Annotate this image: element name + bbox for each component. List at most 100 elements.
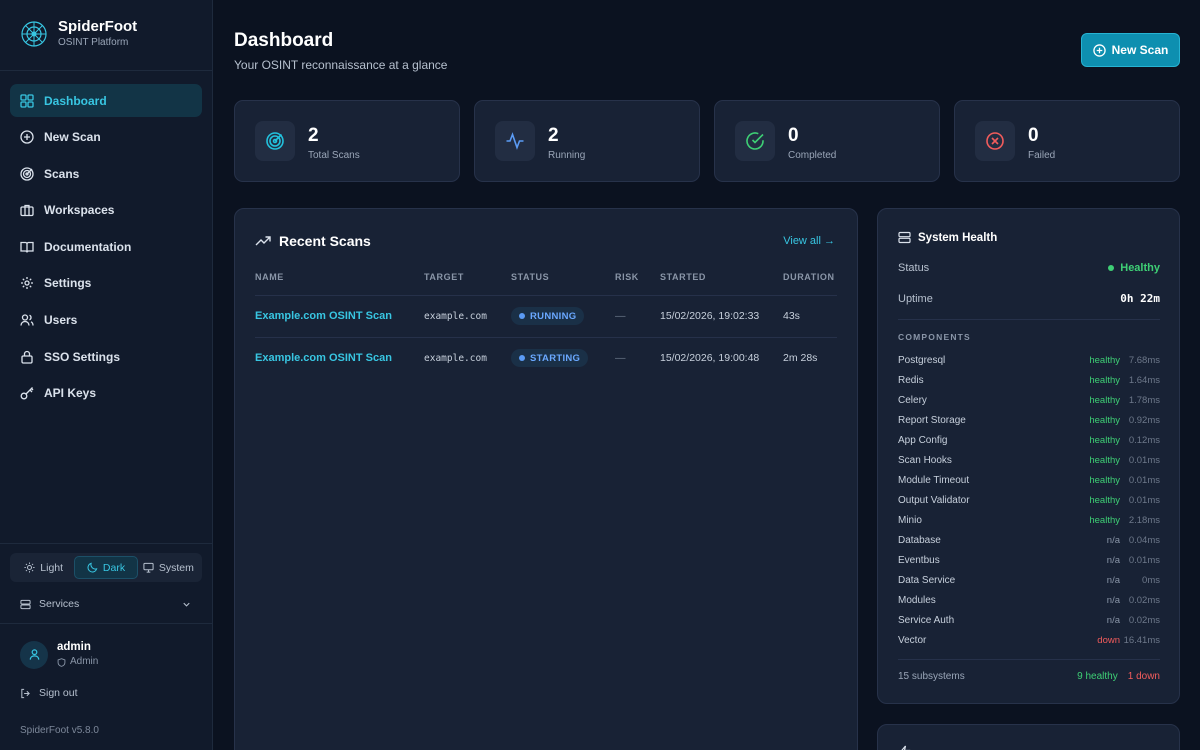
component-status: healthy <box>1089 354 1120 366</box>
column-header-target[interactable]: TARGET <box>424 272 464 282</box>
radar-icon <box>20 167 34 181</box>
sidebar-item-label: Users <box>44 313 78 328</box>
sidebar-item-sso-settings[interactable]: SSO Settings <box>10 340 202 373</box>
sidebar-nav: Dashboard New Scan Scans Workspaces Docu… <box>10 84 202 413</box>
stat-icon-box <box>735 121 775 161</box>
brand-title: SpiderFoot <box>58 18 138 35</box>
quick-actions-panel <box>877 724 1180 750</box>
recent-scans-header: Recent Scans <box>255 233 371 249</box>
users-icon <box>20 314 34 326</box>
components-list: Postgresql healthy 7.68ms Redis healthy 1.64m… <box>898 350 1160 650</box>
sidebar-item-dashboard[interactable]: Dashboard <box>10 84 202 117</box>
sidebar-item-api-keys[interactable]: API Keys <box>10 377 202 410</box>
component-row: Module Timeout healthy 0.01ms <box>898 470 1160 490</box>
sidebar-item-users[interactable]: Users <box>10 304 202 337</box>
column-header-duration[interactable]: DURATION <box>783 272 835 282</box>
sidebar-item-settings[interactable]: Settings <box>10 267 202 300</box>
shield-icon <box>57 657 66 667</box>
component-row: Postgresql healthy 7.68ms <box>898 350 1160 370</box>
scan-started: 15/02/2026, 19:00:48 <box>660 352 760 364</box>
component-status: n/a <box>1106 534 1120 546</box>
sun-icon <box>24 562 35 573</box>
avatar <box>20 640 48 669</box>
recent-scans-panel: Recent Scans View all → NAME TARGET STAT… <box>234 208 858 750</box>
new-scan-button[interactable]: New Scan <box>1081 33 1180 67</box>
services-toggle[interactable]: Services <box>20 596 192 612</box>
system-health-title: System Health <box>918 231 998 244</box>
sidebar-item-documentation[interactable]: Documentation <box>10 230 202 263</box>
column-header-name[interactable]: NAME <box>255 272 284 282</box>
component-row: Report Storage healthy 0.92ms <box>898 410 1160 430</box>
stat-value: 2 <box>308 125 319 146</box>
stat-label: Total Scans <box>308 150 360 161</box>
column-header-status[interactable]: STATUS <box>511 272 549 282</box>
component-status: down <box>1097 634 1120 646</box>
system-health-panel: System Health Status Healthy Uptime 0h 2… <box>877 208 1180 704</box>
scan-duration: 43s <box>783 310 800 322</box>
sidebar-item-label: Dashboard <box>44 93 107 108</box>
table-row[interactable]: Example.com OSINT Scan example.com START… <box>235 337 859 379</box>
column-header-started[interactable]: STARTED <box>660 272 706 282</box>
activity-icon <box>506 132 524 150</box>
sidebar-item-label: Workspaces <box>44 203 115 218</box>
component-name: Celery <box>898 394 927 406</box>
component-row: App Config healthy 0.12ms <box>898 430 1160 450</box>
status-badge: RUNNING <box>511 307 585 325</box>
chevron-down-icon <box>183 602 190 607</box>
scan-name-link[interactable]: Example.com OSINT Scan <box>255 352 392 364</box>
component-status: n/a <box>1106 594 1120 606</box>
component-latency: 16.41ms <box>1123 634 1160 646</box>
user-profile[interactable]: admin Admin <box>20 640 98 669</box>
component-name: Output Validator <box>898 494 970 506</box>
sidebar-item-workspaces[interactable]: Workspaces <box>10 194 202 227</box>
component-row: Database n/a 0.04ms <box>898 530 1160 550</box>
component-name: Modules <box>898 594 936 606</box>
x-circle-icon <box>986 132 1004 150</box>
key-icon <box>20 387 34 400</box>
component-name: Minio <box>898 514 922 526</box>
component-latency: 0.01ms <box>1128 474 1160 486</box>
sidebar-item-scans[interactable]: Scans <box>10 157 202 190</box>
component-latency: 0.01ms <box>1128 554 1160 566</box>
component-latency: 0.92ms <box>1128 414 1160 426</box>
theme-system-button[interactable]: System <box>138 556 199 579</box>
scan-target: example.com <box>424 310 487 322</box>
plus-circle-icon <box>1092 43 1106 57</box>
component-row: Eventbus n/a 0.01ms <box>898 550 1160 570</box>
check-circle-icon <box>746 132 764 150</box>
component-status: n/a <box>1106 574 1120 586</box>
component-status: healthy <box>1089 434 1120 446</box>
version-label: SpiderFoot v5.8.0 <box>20 725 99 736</box>
monitor-icon <box>143 562 154 573</box>
lock-icon <box>21 350 33 364</box>
page-subtitle: Your OSINT reconnaissance at a glance <box>234 58 448 72</box>
component-status: healthy <box>1089 414 1120 426</box>
view-all-link[interactable]: View all → <box>783 235 835 247</box>
health-status-row: Status Healthy <box>898 262 1160 274</box>
table-row[interactable]: Example.com OSINT Scan example.com RUNNI… <box>235 295 859 337</box>
user-role-label: Admin <box>70 656 99 667</box>
server-icon <box>20 599 31 609</box>
component-status: healthy <box>1089 474 1120 486</box>
divider <box>898 319 1160 320</box>
component-row: Service Auth n/a 0.02ms <box>898 610 1160 630</box>
sidebar: SpiderFoot OSINT Platform Dashboard New … <box>0 0 213 750</box>
component-name: Service Auth <box>898 614 955 626</box>
sign-out-button[interactable]: Sign out <box>20 687 78 699</box>
sidebar-item-new-scan[interactable]: New Scan <box>10 121 202 154</box>
column-header-risk[interactable]: RISK <box>615 272 639 282</box>
component-latency: 0.01ms <box>1128 454 1160 466</box>
stat-value: 0 <box>788 125 799 146</box>
gear-icon <box>21 277 33 290</box>
status-dot <box>1108 265 1115 271</box>
sidebar-item-label: Documentation <box>44 239 132 254</box>
health-status-value: Healthy <box>1108 262 1160 274</box>
theme-light-button[interactable]: Light <box>13 556 74 579</box>
sidebar-item-label: SSO Settings <box>44 349 121 364</box>
scan-name-link[interactable]: Example.com OSINT Scan <box>255 310 392 322</box>
component-status: healthy <box>1089 454 1120 466</box>
scan-risk: — <box>615 352 626 364</box>
brand[interactable]: SpiderFoot OSINT Platform <box>20 18 137 50</box>
theme-dark-button[interactable]: Dark <box>74 556 138 579</box>
stat-label: Running <box>548 150 586 161</box>
